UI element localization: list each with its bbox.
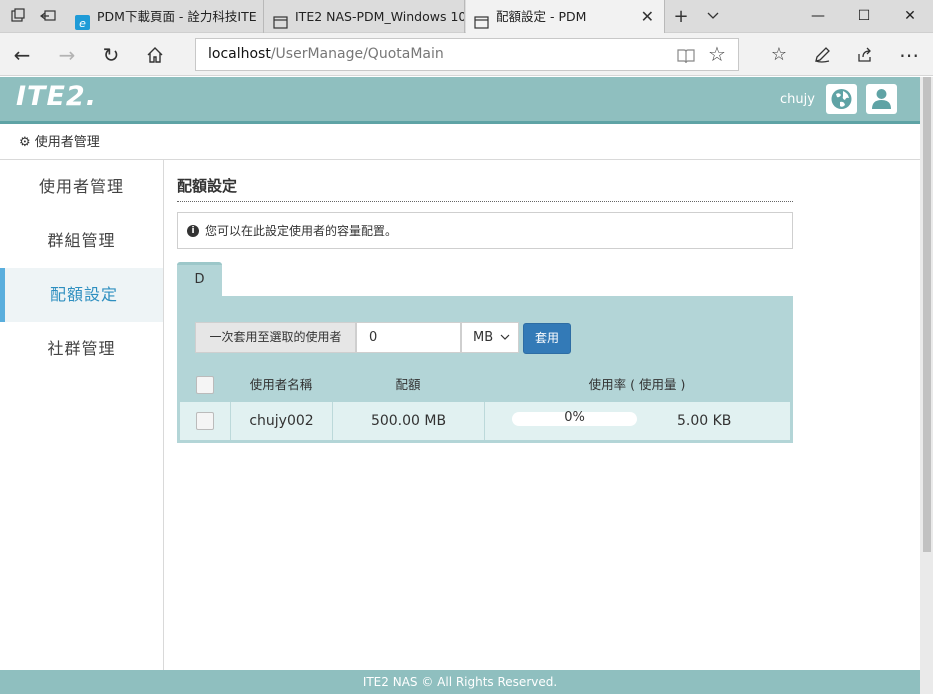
breadcrumb-label[interactable]: 使用者管理	[35, 135, 100, 150]
table-header-row: 使用者名稱 配額 使用率 ( 使用量 )	[180, 366, 790, 402]
row-checkbox[interactable]	[196, 412, 214, 430]
favorite-star-icon[interactable]: ☆	[708, 39, 726, 70]
unit-select[interactable]: MB	[461, 322, 519, 353]
url-host: localhost	[208, 46, 271, 62]
select-all-checkbox[interactable]	[196, 376, 214, 394]
user-icon	[872, 89, 891, 109]
quota-value-input[interactable]: 0	[356, 322, 461, 353]
tab-drive-d[interactable]: D	[177, 262, 222, 296]
info-message: i 您可以在此設定使用者的容量配置。	[177, 212, 793, 249]
share-icon[interactable]	[851, 42, 879, 68]
tab-label: 配額設定 - PDM	[496, 9, 587, 24]
info-icon: i	[187, 225, 199, 237]
browser-address-bar: ← → ↻ localhost/UserManage/QuotaMain ☆ ☆…	[0, 33, 933, 76]
gear-icon: ⚙	[19, 135, 31, 150]
quota-panel: 一次套用至選取的使用者 0 MB 套用 使用者名稱 配額 使用率 ( 使用量 )…	[177, 296, 793, 443]
url-path: /UserManage/QuotaMain	[270, 46, 444, 62]
column-header-quota: 配額	[395, 377, 421, 392]
tab-quota-settings[interactable]: 配額設定 - PDM ✕	[466, 0, 665, 33]
tab-actions-icon[interactable]	[9, 8, 27, 26]
home-icon[interactable]	[141, 42, 169, 68]
browser-tab-bar: e PDM下載頁面 - 詮力科技ITE ITE2 NAS-PDM_Windows…	[0, 0, 933, 33]
tab-label: ITE2 NAS-PDM_Windows 10	[295, 9, 465, 24]
set-aside-tabs-icon[interactable]	[39, 8, 57, 26]
sidebar-item-quota-settings[interactable]: 配額設定	[0, 268, 163, 322]
page-title: 配額設定	[177, 177, 238, 195]
close-window-icon[interactable]: ✕	[887, 0, 933, 33]
usage-progress-bar: 0%	[512, 410, 637, 426]
pen-icon[interactable]	[808, 42, 836, 68]
user-profile-button[interactable]	[866, 84, 897, 114]
sidebar: 使用者管理 群組管理 配額設定 社群管理	[0, 160, 164, 670]
page-icon	[474, 9, 489, 29]
table-row: chujy002 500.00 MB 0% 5.00 KB	[180, 402, 790, 440]
language-globe-button[interactable]	[826, 84, 857, 114]
favorites-list-icon[interactable]: ☆	[765, 42, 793, 68]
sidebar-item-community-management[interactable]: 社群管理	[0, 322, 163, 376]
tab-pdm-download[interactable]: e PDM下載頁面 - 詮力科技ITE	[67, 0, 264, 33]
title-divider	[177, 201, 793, 202]
close-tab-icon[interactable]: ✕	[641, 0, 654, 33]
apply-button[interactable]: 套用	[523, 323, 571, 354]
usage-amount: 5.00 KB	[677, 413, 732, 429]
chevron-down-icon[interactable]	[704, 8, 722, 26]
current-user[interactable]: chujy	[780, 92, 815, 107]
page-icon	[273, 9, 288, 29]
minimize-icon[interactable]: —	[795, 0, 841, 33]
column-header-usage: 使用率 ( 使用量 )	[588, 377, 686, 392]
row-select-cell	[180, 402, 230, 440]
url-field[interactable]: localhost/UserManage/QuotaMain ☆	[195, 38, 739, 71]
forward-icon[interactable]: →	[53, 42, 81, 68]
sidebar-item-user-management[interactable]: 使用者管理	[0, 160, 163, 214]
breadcrumb: ⚙ 使用者管理	[0, 127, 920, 160]
reading-view-icon[interactable]	[676, 39, 696, 70]
tab-ite2-nas[interactable]: ITE2 NAS-PDM_Windows 10	[265, 0, 465, 33]
cell-quota: 500.00 MB	[332, 402, 484, 440]
maximize-icon[interactable]: ☐	[841, 0, 887, 33]
globe-icon	[831, 89, 852, 109]
app-header: ITE2. chujy	[0, 77, 920, 124]
scrollbar-thumb[interactable]	[923, 77, 931, 552]
footer: ITE2 NAS © All Rights Reserved.	[0, 670, 920, 694]
refresh-icon[interactable]: ↻	[97, 42, 125, 68]
main-content: 配額設定 i 您可以在此設定使用者的容量配置。 D 一次套用至選取的使用者 0 …	[164, 160, 920, 670]
more-icon[interactable]: ⋯	[895, 42, 923, 68]
back-icon[interactable]: ←	[8, 42, 36, 68]
sidebar-item-group-management[interactable]: 群組管理	[0, 214, 163, 268]
vertical-scrollbar[interactable]	[920, 77, 933, 694]
chevron-down-icon	[500, 334, 510, 340]
select-all-cell	[180, 366, 230, 402]
unit-value: MB	[473, 330, 494, 345]
svg-text:e: e	[79, 17, 86, 30]
info-text: 您可以在此設定使用者的容量配置。	[205, 224, 398, 238]
tab-label: PDM下載頁面 - 詮力科技ITE	[97, 9, 257, 24]
apply-to-selected-label: 一次套用至選取的使用者	[195, 322, 356, 353]
column-header-username: 使用者名稱	[249, 377, 313, 392]
ite2-logo: ITE2.	[16, 81, 97, 112]
usage-percent: 0%	[564, 410, 585, 425]
cell-usage: 0% 5.00 KB	[484, 402, 790, 440]
new-tab-icon[interactable]: +	[672, 8, 690, 26]
edge-page-icon: e	[75, 9, 90, 30]
cell-username: chujy002	[230, 402, 332, 440]
